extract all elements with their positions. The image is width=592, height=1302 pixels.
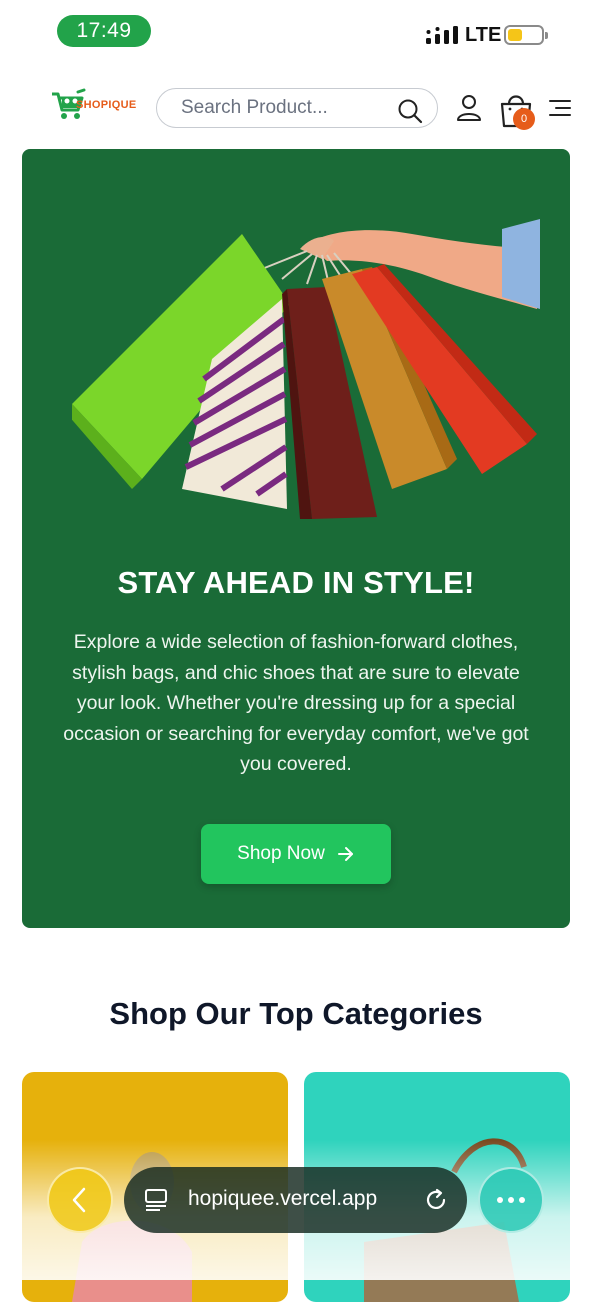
battery-icon	[504, 25, 548, 45]
shop-now-label: Shop Now	[237, 843, 325, 864]
categories-title: Shop Our Top Categories	[109, 996, 483, 1031]
cart-count-badge: 0	[513, 108, 535, 130]
back-button[interactable]	[47, 1167, 113, 1233]
hero-banner: STAY AHEAD IN STYLE! Explore a wide sele…	[22, 149, 570, 928]
user-icon[interactable]	[456, 94, 482, 122]
more-options-button[interactable]	[478, 1167, 544, 1233]
search-input[interactable]	[179, 95, 389, 121]
menu-icon[interactable]	[548, 98, 572, 118]
hero-description: Explore a wide selection of fashion-forw…	[63, 631, 529, 775]
logo-text[interactable]: SHOPIQUE	[76, 99, 136, 111]
search-box[interactable]	[156, 88, 438, 128]
tabs-icon[interactable]	[144, 1188, 168, 1212]
site-header: SHOPIQUE	[0, 78, 592, 138]
signal-icon	[426, 26, 458, 44]
more-dots-icon	[497, 1197, 525, 1203]
status-bar: 17:49 LTE	[0, 0, 592, 64]
hero-shopping-bags-image	[72, 219, 540, 519]
battery-level	[508, 29, 523, 41]
search-icon[interactable]	[397, 98, 423, 124]
url-text[interactable]: hopiquee.vercel.app	[188, 1187, 377, 1211]
shop-now-button[interactable]: Shop Now	[201, 824, 391, 884]
address-bar[interactable]: hopiquee.vercel.app	[124, 1167, 467, 1233]
status-time: 17:49	[57, 15, 151, 47]
back-chevron-icon	[72, 1187, 86, 1213]
network-type: LTE	[465, 24, 502, 46]
hero-title: STAY AHEAD IN STYLE!	[117, 565, 475, 600]
reload-icon[interactable]	[423, 1187, 449, 1213]
arrow-right-icon	[337, 847, 353, 861]
